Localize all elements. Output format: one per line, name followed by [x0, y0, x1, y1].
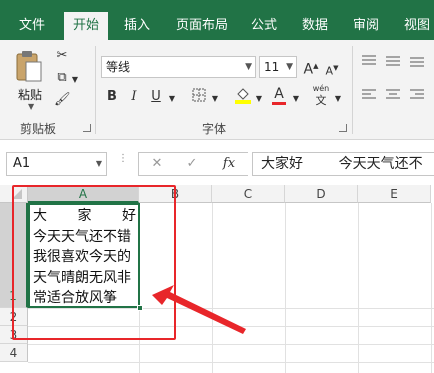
paste-label: 粘贴	[18, 88, 43, 102]
font-name-select[interactable]: 等线 ▼	[101, 56, 256, 78]
align-left-icon[interactable]	[360, 88, 378, 107]
ribbon: 粘贴 ▼ ✂ ⧉ ▼ 🖌 剪贴板 等线 ▼ 11 ▼ A▲ A▼ B I U ▼…	[0, 40, 434, 140]
copy-icon[interactable]: ⧉	[54, 70, 70, 86]
gridline	[358, 203, 359, 373]
align-top-icon[interactable]	[360, 54, 378, 73]
font-group-label: 字体	[202, 122, 227, 136]
tab-view[interactable]: 视图	[404, 12, 430, 40]
tab-file[interactable]: 文件	[19, 12, 45, 40]
align-center-icon[interactable]	[384, 88, 402, 107]
align-middle-icon[interactable]	[384, 54, 402, 73]
chevron-down-icon: ▼	[95, 159, 102, 168]
font-color-icon[interactable]: A	[270, 86, 288, 105]
decrease-font-size-button[interactable]: A▼	[325, 60, 339, 80]
tab-formulas[interactable]: 公式	[251, 12, 277, 40]
paste-button[interactable]: 粘贴 ▼	[14, 50, 50, 111]
font-name-value: 等线	[106, 60, 131, 74]
phonetic-guide-icon[interactable]: wén 文	[311, 84, 331, 109]
gridline	[285, 203, 286, 373]
align-bottom-icon[interactable]	[408, 54, 426, 73]
tab-page-layout[interactable]: 页面布局	[176, 12, 228, 40]
bold-button[interactable]: B	[104, 89, 120, 105]
enter-icon[interactable]: ✓	[184, 156, 200, 172]
name-box-value: A1	[13, 156, 31, 171]
excel-window: 文件 开始 插入 页面布局 公式 数据 审阅 视图 粘贴 ▼ ✂ ⧉ ▼ 🖌 剪	[0, 0, 434, 373]
fill-color-icon[interactable]	[233, 86, 253, 109]
clipboard-group-label: 剪贴板	[20, 122, 57, 136]
gridline	[28, 344, 434, 345]
column-header-d[interactable]: D	[285, 185, 358, 203]
font-size-select[interactable]: 11 ▼	[259, 56, 297, 78]
italic-button[interactable]: I	[126, 89, 142, 105]
paste-dropdown-icon: ▼	[28, 102, 35, 111]
align-right-icon[interactable]	[408, 88, 426, 107]
font-color-dropdown-icon[interactable]: ▼	[291, 91, 301, 107]
name-box[interactable]: A1 ▼	[6, 152, 107, 176]
grow-font-icon: A	[303, 61, 314, 78]
chevron-down-icon: ▼	[245, 62, 252, 72]
annotation-arrow-icon	[152, 285, 246, 334]
clipboard-launcher-icon[interactable]	[83, 124, 91, 132]
chevron-down-icon: ▼	[286, 62, 293, 72]
underline-button[interactable]: U	[148, 89, 164, 105]
gridline	[431, 203, 432, 373]
tab-insert[interactable]: 插入	[124, 12, 150, 40]
paste-icon	[16, 51, 42, 82]
cut-icon[interactable]: ✂	[54, 48, 70, 64]
font-launcher-icon[interactable]	[339, 124, 347, 132]
column-header-e[interactable]: E	[358, 185, 431, 203]
tab-data[interactable]: 数据	[302, 12, 328, 40]
formula-bar-buttons: ✕ ✓ fx	[138, 152, 248, 176]
cancel-icon[interactable]: ✕	[149, 156, 165, 172]
shrink-font-icon: A	[325, 64, 334, 78]
ribbon-tab-bar: 文件 开始 插入 页面布局 公式 数据 审阅 视图	[0, 0, 434, 40]
group-divider	[352, 46, 353, 134]
copy-dropdown-icon[interactable]: ▼	[70, 72, 80, 88]
fill-color-dropdown-icon[interactable]: ▼	[254, 91, 264, 107]
gridline	[28, 362, 434, 363]
tab-home[interactable]: 开始	[64, 12, 109, 40]
format-painter-icon[interactable]: 🖌	[54, 92, 71, 108]
font-size-value: 11	[264, 60, 280, 74]
insert-function-icon[interactable]: fx	[219, 156, 239, 172]
phonetic-dropdown-icon[interactable]: ▼	[333, 91, 343, 107]
formula-input[interactable]: 大家好 今天天气还不	[252, 152, 434, 176]
underline-dropdown-icon[interactable]: ▼	[167, 91, 177, 107]
borders-icon[interactable]	[191, 88, 207, 107]
row-header-4[interactable]: 4	[0, 344, 28, 362]
column-header-c[interactable]: C	[212, 185, 285, 203]
group-divider	[95, 46, 96, 134]
tab-review[interactable]: 审阅	[353, 12, 379, 40]
formula-bar: A1 ▼ ⋮ ✕ ✓ fx 大家好 今天天气还不	[0, 141, 434, 185]
formula-bar-grip-icon[interactable]: ⋮	[118, 154, 128, 164]
borders-dropdown-icon[interactable]: ▼	[210, 91, 220, 107]
increase-font-size-button[interactable]: A▲	[303, 58, 319, 78]
